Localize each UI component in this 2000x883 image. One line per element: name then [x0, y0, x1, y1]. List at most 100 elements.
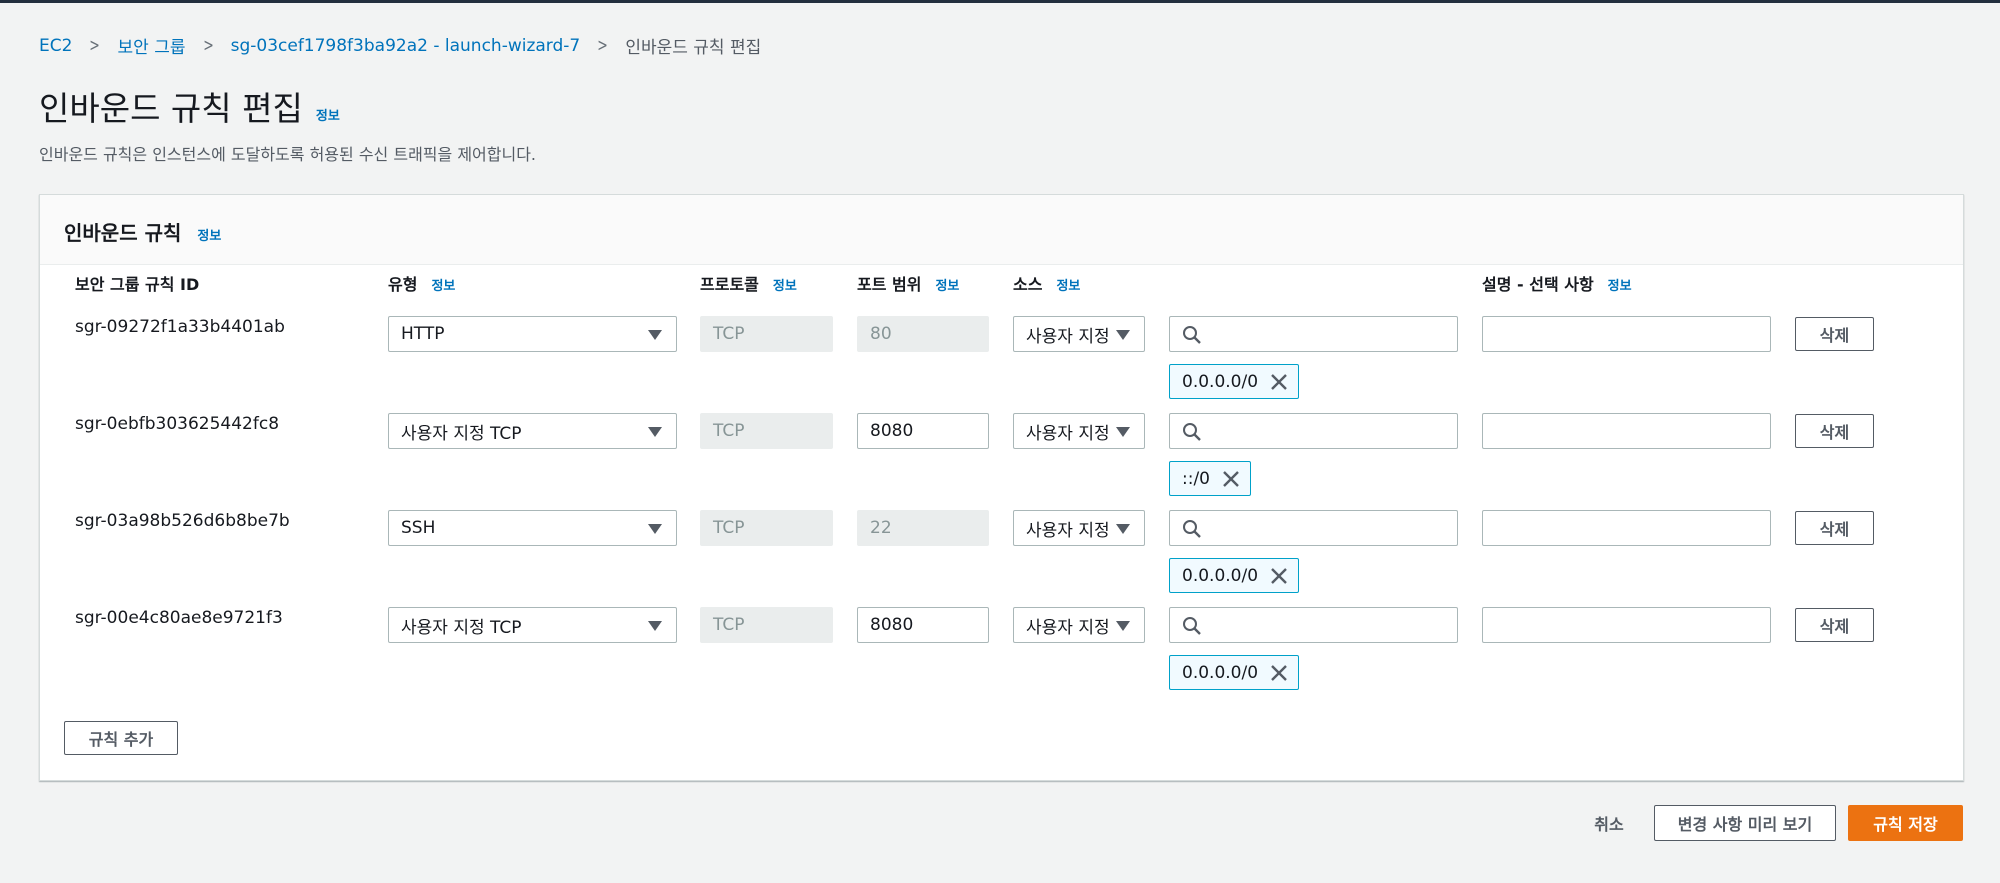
column-header-port-range: 포트 범위 정보 [857, 271, 959, 295]
save-rules-button[interactable]: 규칙 저장 [1848, 805, 1963, 841]
type-info-link[interactable]: 정보 [431, 275, 455, 294]
search-icon [1183, 423, 1201, 441]
panel-info-link[interactable]: 정보 [197, 225, 221, 244]
port-range-input[interactable]: 8080 [857, 413, 989, 449]
breadcrumb: EC2 > 보안 그룹 > sg-03cef1798f3ba92a2 - lau… [39, 33, 761, 58]
description-input[interactable] [1482, 607, 1771, 643]
protocol-field: TCP [700, 510, 833, 546]
caret-down-icon [648, 330, 662, 340]
source-type-select-value: 사용자 지정 [1026, 617, 1110, 638]
rule-id: sgr-00e4c80ae8e9721f3 [75, 608, 283, 628]
protocol-field: TCP [700, 316, 833, 352]
source-token-label: 0.0.0.0/0 [1182, 371, 1259, 392]
column-header-port-range-label: 포트 범위 [857, 275, 922, 294]
panel-title: 인바운드 규칙 정보 [64, 217, 221, 246]
source-token: ::/0 [1169, 461, 1251, 496]
column-header-type: 유형 정보 [388, 271, 455, 295]
source-search-input[interactable] [1169, 510, 1458, 546]
search-icon [1183, 326, 1201, 344]
breadcrumb-ec2[interactable]: EC2 [39, 36, 72, 56]
source-type-select-value: 사용자 지정 [1026, 520, 1110, 541]
port-range-field: 22 [857, 510, 989, 546]
close-icon[interactable] [1222, 470, 1240, 488]
source-search-input[interactable] [1169, 607, 1458, 643]
description-input[interactable] [1482, 316, 1771, 352]
type-select-value: SSH [401, 518, 436, 538]
protocol-info-link[interactable]: 정보 [773, 275, 797, 294]
delete-button[interactable]: 삭제 [1795, 511, 1874, 545]
panel-header: 인바운드 규칙 정보 [40, 195, 1963, 265]
inbound-rules-panel: 인바운드 규칙 정보 보안 그룹 규칙 ID 유형 정보 프로토콜 정보 포트 … [39, 194, 1964, 781]
source-search-input[interactable] [1169, 413, 1458, 449]
breadcrumb-security-group[interactable]: sg-03cef1798f3ba92a2 - launch-wizard-7 [231, 36, 581, 56]
chevron-right-icon: > [89, 35, 101, 56]
page-title: 인바운드 규칙 편집 정보 [39, 82, 340, 130]
source-type-select-value: 사용자 지정 [1026, 423, 1110, 444]
type-select-value: 사용자 지정 TCP [401, 423, 522, 444]
type-select-value: 사용자 지정 TCP [401, 617, 522, 638]
caret-down-icon [648, 524, 662, 534]
port-range-field: 80 [857, 316, 989, 352]
column-header-protocol-label: 프로토콜 [700, 275, 759, 294]
type-select[interactable]: SSH [388, 510, 677, 546]
close-icon[interactable] [1270, 567, 1288, 585]
source-type-select[interactable]: 사용자 지정 [1013, 510, 1145, 546]
description-input[interactable] [1482, 510, 1771, 546]
column-header-source: 소스 정보 [1013, 271, 1080, 295]
protocol-field: TCP [700, 607, 833, 643]
chevron-right-icon: > [597, 35, 609, 56]
page-info-link[interactable]: 정보 [316, 105, 340, 124]
port-range-input[interactable]: 8080 [857, 607, 989, 643]
delete-button[interactable]: 삭제 [1795, 608, 1874, 642]
preview-changes-button[interactable]: 변경 사항 미리 보기 [1654, 805, 1836, 841]
cancel-button[interactable]: 취소 [1584, 805, 1634, 841]
caret-down-icon [648, 621, 662, 631]
type-select[interactable]: 사용자 지정 TCP [388, 607, 677, 643]
type-select[interactable]: HTTP [388, 316, 677, 352]
column-header-description-label: 설명 - 선택 사항 [1482, 275, 1594, 294]
column-header-rule-id: 보안 그룹 규칙 ID [75, 271, 199, 295]
close-icon[interactable] [1270, 664, 1288, 682]
caret-down-icon [1116, 330, 1130, 340]
page-title-text: 인바운드 규칙 편집 [39, 89, 303, 128]
source-type-select[interactable]: 사용자 지정 [1013, 316, 1145, 352]
column-header-rule-id-label: 보안 그룹 규칙 ID [75, 275, 200, 294]
delete-button[interactable]: 삭제 [1795, 317, 1874, 351]
rule-id: sgr-03a98b526d6b8be7b [75, 511, 290, 531]
rule-id: sgr-0ebfb303625442fc8 [75, 414, 280, 434]
type-select[interactable]: 사용자 지정 TCP [388, 413, 677, 449]
caret-down-icon [1116, 621, 1130, 631]
port-range-info-link[interactable]: 정보 [935, 275, 959, 294]
source-token: 0.0.0.0/0 [1169, 558, 1300, 593]
caret-down-icon [1116, 524, 1130, 534]
source-info-link[interactable]: 정보 [1056, 275, 1080, 294]
source-type-select[interactable]: 사용자 지정 [1013, 413, 1145, 449]
protocol-field: TCP [700, 413, 833, 449]
column-header-description: 설명 - 선택 사항 정보 [1482, 271, 1632, 295]
source-token: 0.0.0.0/0 [1169, 655, 1300, 690]
source-token: 0.0.0.0/0 [1169, 364, 1300, 399]
page-description: 인바운드 규칙은 인스턴스에 도달하도록 허용된 수신 트래픽을 제어합니다. [39, 145, 537, 164]
close-icon[interactable] [1270, 373, 1288, 391]
breadcrumb-security-groups[interactable]: 보안 그룹 [118, 33, 186, 58]
chevron-right-icon: > [202, 35, 214, 56]
source-token-label: 0.0.0.0/0 [1182, 565, 1259, 586]
source-type-select[interactable]: 사용자 지정 [1013, 607, 1145, 643]
search-icon [1183, 617, 1201, 635]
top-bar [0, 0, 2000, 3]
source-token-label: ::/0 [1182, 468, 1210, 489]
caret-down-icon [648, 427, 662, 437]
search-icon [1183, 520, 1201, 538]
description-info-link[interactable]: 정보 [1608, 275, 1632, 294]
source-search-input[interactable] [1169, 316, 1458, 352]
rule-id: sgr-09272f1a33b4401ab [75, 317, 285, 337]
column-header-source-label: 소스 [1013, 275, 1043, 294]
add-rule-button[interactable]: 규칙 추가 [64, 721, 178, 755]
panel-title-text: 인바운드 규칙 [64, 221, 182, 245]
breadcrumb-current: 인바운드 규칙 편집 [625, 38, 762, 58]
source-type-select-value: 사용자 지정 [1026, 326, 1110, 347]
delete-button[interactable]: 삭제 [1795, 414, 1874, 448]
column-header-protocol: 프로토콜 정보 [700, 271, 797, 295]
description-input[interactable] [1482, 413, 1771, 449]
source-token-label: 0.0.0.0/0 [1182, 662, 1259, 683]
